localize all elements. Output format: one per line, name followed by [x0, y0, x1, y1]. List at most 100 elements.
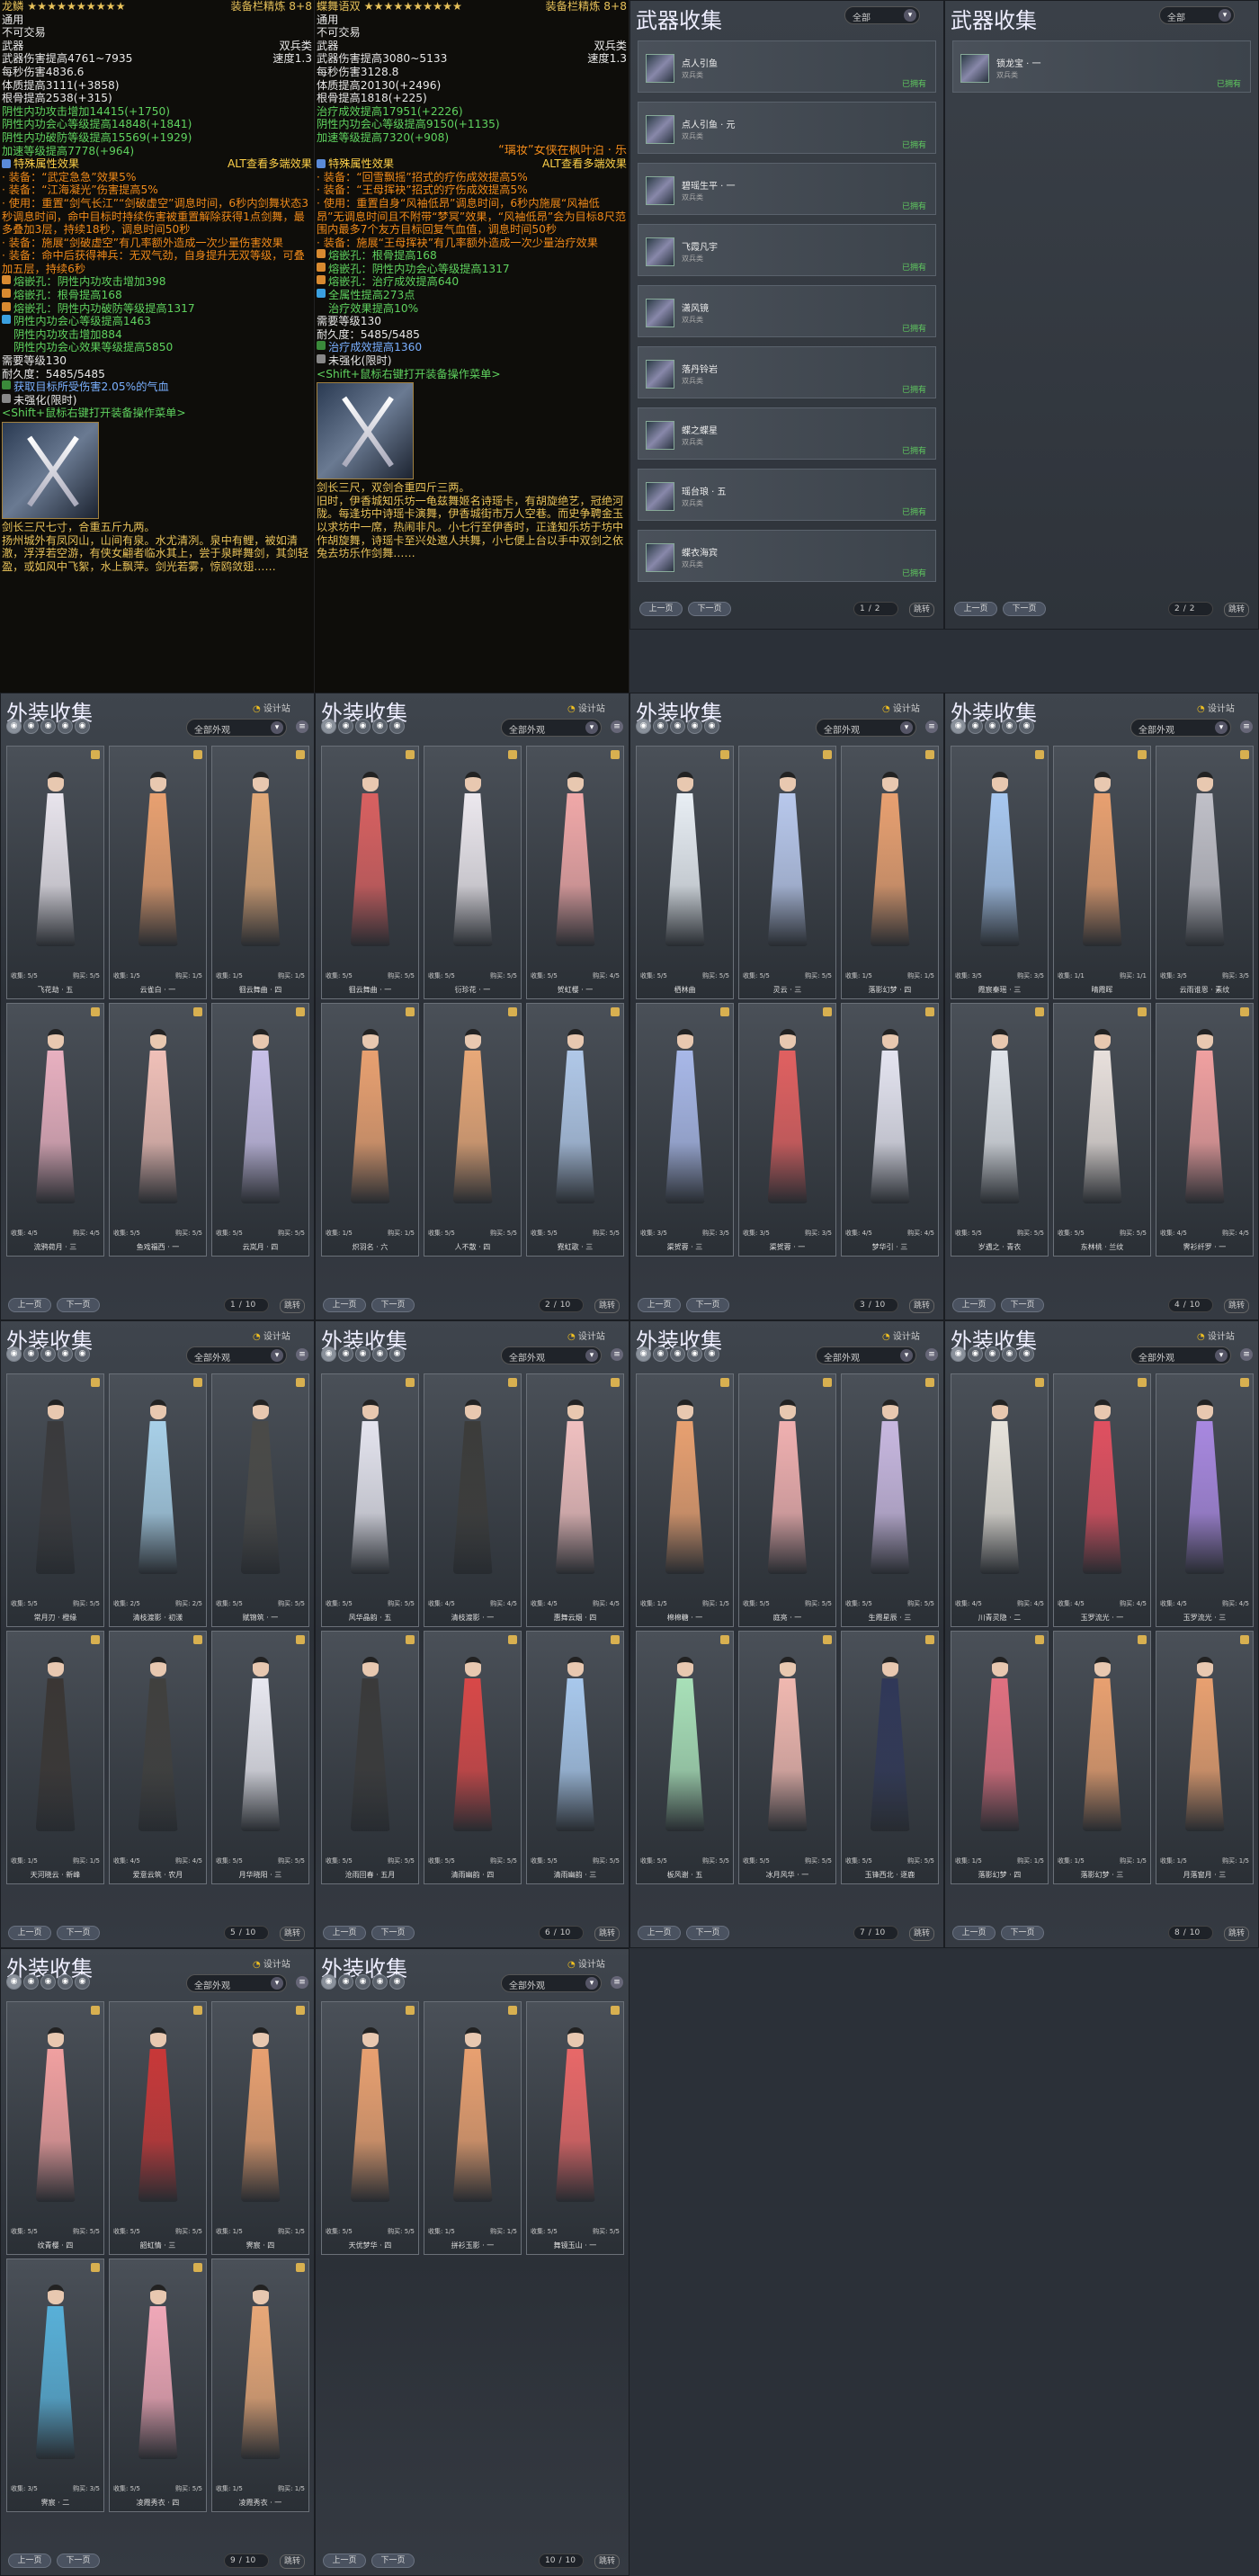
cape-icon[interactable]: ◉: [704, 1346, 719, 1362]
weapon-item[interactable]: 点人引鱼 · 元双兵类 已拥有: [638, 102, 936, 154]
outfit-card[interactable]: 收集: 5/5 购买: 5/5 天优梦华 · 四: [321, 2001, 419, 2255]
top-icon[interactable]: ◉: [40, 1974, 56, 1990]
page-number-input[interactable]: 5/10: [224, 1926, 269, 1940]
next-page-button[interactable]: 下一页: [57, 1298, 100, 1312]
design-station-link[interactable]: 设计站: [567, 1956, 605, 1970]
hair-icon[interactable]: ◉: [6, 719, 22, 734]
outfit-card[interactable]: 收集: 5/5 购买: 5/5 风华晶韵 · 五: [321, 1373, 419, 1627]
prev-page-button[interactable]: 上一页: [638, 1298, 681, 1312]
next-page-button[interactable]: 下一页: [371, 1926, 415, 1940]
face-icon[interactable]: ◉: [23, 1346, 39, 1362]
prev-page-button[interactable]: 上一页: [323, 1926, 366, 1940]
face-icon[interactable]: ◉: [338, 1974, 353, 1990]
next-page-button[interactable]: 下一页: [686, 1298, 729, 1312]
filter-dropdown[interactable]: 全部 ▾: [1159, 6, 1235, 24]
hair-icon[interactable]: ◉: [636, 719, 651, 734]
outfit-card[interactable]: 收集: 3/5 购买: 3/5 渠贺蓉 · 一: [738, 1003, 836, 1257]
next-page-button[interactable]: 下一页: [688, 602, 731, 616]
filter-dropdown[interactable]: 全部外观 ▾: [816, 1346, 916, 1364]
outfit-card[interactable]: 收集: 5/5 购买: 5/5 纹青樱 · 四: [6, 2001, 104, 2255]
filter-dropdown[interactable]: 全部外观 ▾: [186, 1974, 287, 1992]
pants-icon[interactable]: ◉: [58, 1974, 73, 1990]
outfit-card[interactable]: 收集: 1/5 购买: 1/5 月落窗月 · 三: [1156, 1631, 1254, 1884]
pants-icon[interactable]: ◉: [1002, 719, 1017, 734]
outfit-card[interactable]: 收集: 4/5 购买: 4/5 流鸦荷月 · 三: [6, 1003, 104, 1257]
jump-button[interactable]: 跳转: [280, 1299, 306, 1313]
hair-icon[interactable]: ◉: [321, 1974, 336, 1990]
menu-icon[interactable]: ≡: [611, 1976, 623, 1989]
prev-page-button[interactable]: 上一页: [638, 1926, 681, 1940]
menu-icon[interactable]: ≡: [296, 1348, 308, 1361]
filter-dropdown[interactable]: 全部外观 ▾: [1130, 1346, 1231, 1364]
outfit-card[interactable]: 收集: 5/5 购买: 5/5 冰月风华 · 一: [738, 1631, 836, 1884]
filter-dropdown[interactable]: 全部外观 ▾: [501, 1974, 602, 1992]
top-icon[interactable]: ◉: [355, 1974, 371, 1990]
outfit-card[interactable]: 收集: 4/5 购买: 4/5 惠舞云烟 · 四: [526, 1373, 624, 1627]
design-station-link[interactable]: 设计站: [882, 701, 920, 714]
outfit-card[interactable]: 收集: 1/1 购买: 1/1 晴霞晖: [1053, 746, 1151, 999]
prev-page-button[interactable]: 上一页: [954, 602, 997, 616]
page-number-input[interactable]: 2/10: [539, 1298, 584, 1312]
jump-button[interactable]: 跳转: [1224, 1927, 1250, 1941]
next-page-button[interactable]: 下一页: [371, 1298, 415, 1312]
cape-icon[interactable]: ◉: [75, 1974, 90, 1990]
pants-icon[interactable]: ◉: [58, 719, 73, 734]
outfit-card[interactable]: 收集: 5/5 购买: 4/5 贺虹樱 · 一: [526, 746, 624, 999]
outfit-card[interactable]: 收集: 5/5 购买: 5/5 人不散 · 四: [424, 1003, 522, 1257]
face-icon[interactable]: ◉: [23, 1974, 39, 1990]
hair-icon[interactable]: ◉: [321, 1346, 336, 1362]
prev-page-button[interactable]: 上一页: [8, 1926, 51, 1940]
cape-icon[interactable]: ◉: [389, 1974, 405, 1990]
weapon-item[interactable]: 锁龙宝 · 一双兵类 已拥有: [952, 40, 1251, 93]
prev-page-button[interactable]: 上一页: [952, 1298, 996, 1312]
outfit-card[interactable]: 收集: 4/5 购买: 4/5 爱意云筑 · 农月: [109, 1631, 207, 1884]
cape-icon[interactable]: ◉: [1019, 719, 1034, 734]
outfit-card[interactable]: 收集: 1/5 购买: 1/5 拼衫玉影 · 一: [424, 2001, 522, 2255]
page-number-input[interactable]: 1/2: [853, 602, 898, 616]
top-icon[interactable]: ◉: [40, 1346, 56, 1362]
face-icon[interactable]: ◉: [653, 719, 668, 734]
design-station-link[interactable]: 设计站: [882, 1328, 920, 1342]
face-icon[interactable]: ◉: [653, 1346, 668, 1362]
top-icon[interactable]: ◉: [985, 719, 1000, 734]
cape-icon[interactable]: ◉: [1019, 1346, 1034, 1362]
outfit-card[interactable]: 收集: 1/5 购买: 1/5 天河晓云 · 新峰: [6, 1631, 104, 1884]
filter-dropdown[interactable]: 全部 ▾: [844, 6, 920, 24]
outfit-card[interactable]: 收集: 1/5 购买: 1/5 落影幻梦 · 三: [1053, 1631, 1151, 1884]
outfit-card[interactable]: 收集: 5/5 购买: 5/5 鱼戏福西 · 一: [109, 1003, 207, 1257]
page-number-input[interactable]: 9/10: [224, 2554, 269, 2568]
hair-icon[interactable]: ◉: [951, 719, 966, 734]
outfit-card[interactable]: 收集: 5/5 购买: 5/5 栖林曲: [636, 746, 734, 999]
prev-page-button[interactable]: 上一页: [323, 2554, 366, 2568]
filter-dropdown[interactable]: 全部外观 ▾: [816, 719, 916, 737]
menu-icon[interactable]: ≡: [925, 720, 938, 733]
weapon-item[interactable]: 蝶衣海宾 双兵类 已拥有: [638, 530, 936, 582]
outfit-card[interactable]: 收集: 2/5 购买: 2/5 清枝渡影 · 初漾: [109, 1373, 207, 1627]
jump-button[interactable]: 跳转: [909, 1927, 935, 1941]
outfit-card[interactable]: 收集: 3/5 购买: 3/5 云雨谁恩 · 素纹: [1156, 746, 1254, 999]
weapon-item[interactable]: 落丹铃岩 双兵类 已拥有: [638, 346, 936, 398]
menu-icon[interactable]: ≡: [296, 1976, 308, 1989]
pants-icon[interactable]: ◉: [1002, 1346, 1017, 1362]
page-number-input[interactable]: 7/10: [853, 1926, 898, 1940]
outfit-card[interactable]: 收集: 4/5 购买: 4/5 梦华引 · 三: [841, 1003, 939, 1257]
filter-dropdown[interactable]: 全部外观 ▾: [501, 1346, 602, 1364]
weapon-item[interactable]: 碧瑶生平 · 一双兵类 已拥有: [638, 163, 936, 215]
weapon-item[interactable]: 潇风镜 双兵类 已拥有: [638, 285, 936, 337]
outfit-card[interactable]: 收集: 1/5 购买: 1/5 落影幻梦 · 四: [951, 1631, 1049, 1884]
filter-dropdown[interactable]: 全部外观 ▾: [186, 719, 287, 737]
next-page-button[interactable]: 下一页: [686, 1926, 729, 1940]
outfit-card[interactable]: 收集: 4/5 购买: 4/5 清枝渡影 · 一: [424, 1373, 522, 1627]
top-icon[interactable]: ◉: [40, 719, 56, 734]
design-station-link[interactable]: 设计站: [1197, 1328, 1235, 1342]
outfit-card[interactable]: 收集: 3/5 购买: 3/5 渠贺蓉 · 三: [636, 1003, 734, 1257]
outfit-card[interactable]: 收集: 1/5 购买: 1/5 落影幻梦 · 四: [841, 746, 939, 999]
cape-icon[interactable]: ◉: [389, 719, 405, 734]
next-page-button[interactable]: 下一页: [371, 2554, 415, 2568]
jump-button[interactable]: 跳转: [594, 2554, 621, 2569]
menu-icon[interactable]: ≡: [611, 1348, 623, 1361]
cape-icon[interactable]: ◉: [75, 1346, 90, 1362]
outfit-card[interactable]: 收集: 5/5 购买: 5/5 韶虹情 · 三: [109, 2001, 207, 2255]
top-icon[interactable]: ◉: [985, 1346, 1000, 1362]
outfit-card[interactable]: 收集: 5/5 购买: 5/5 云岚月 · 四: [211, 1003, 309, 1257]
